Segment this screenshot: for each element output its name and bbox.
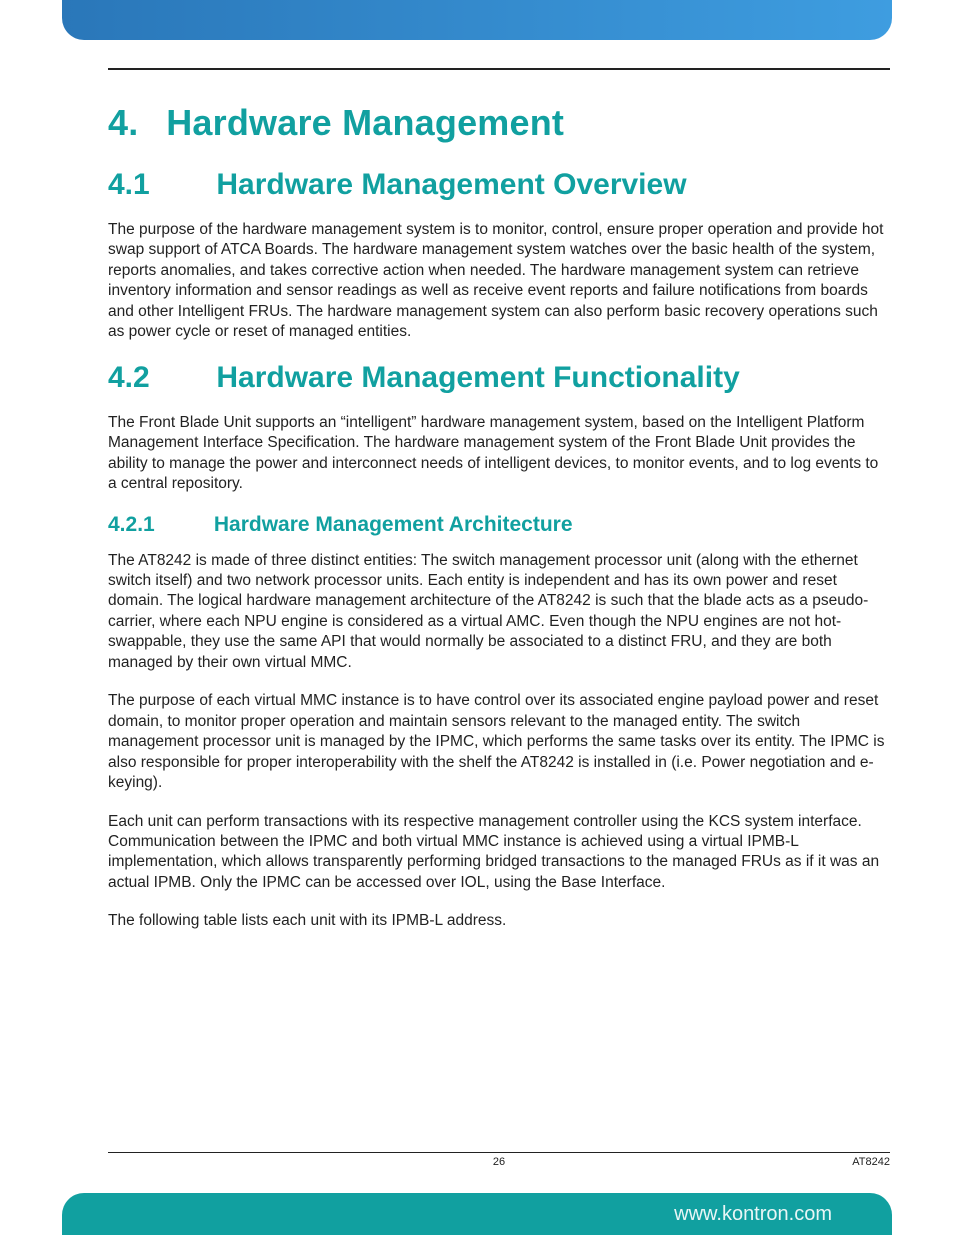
paragraph: Each unit can perform transactions with … <box>108 812 890 894</box>
subsection-title: Hardware Management Architecture <box>214 513 573 536</box>
footer-rule <box>108 1152 890 1153</box>
section-title: Hardware Management Overview <box>216 168 686 201</box>
chapter-number: 4. <box>108 102 156 144</box>
section-number: 4.1 <box>108 168 208 202</box>
paragraph: The following table lists each unit with… <box>108 911 890 931</box>
top-banner <box>62 0 892 40</box>
website-link[interactable]: www.kontron.com <box>674 1203 832 1226</box>
section-number: 4.2 <box>108 361 208 395</box>
bottom-banner: www.kontron.com <box>62 1193 892 1235</box>
content-area: 4. Hardware Management 4.1 Hardware Mana… <box>108 68 890 950</box>
chapter-heading: 4. Hardware Management <box>108 102 890 144</box>
paragraph: The Front Blade Unit supports an “intell… <box>108 413 890 495</box>
section-4-1-heading: 4.1 Hardware Management Overview <box>108 168 890 202</box>
subsection-number: 4.2.1 <box>108 513 208 537</box>
section-4-2-heading: 4.2 Hardware Management Functionality <box>108 361 890 395</box>
top-rule <box>108 68 890 70</box>
page-number: 26 <box>108 1156 890 1168</box>
chapter-title: Hardware Management <box>166 102 564 143</box>
footer: 26 AT8242 <box>108 1152 890 1168</box>
paragraph: The purpose of the hardware management s… <box>108 220 890 343</box>
subsection-4-2-1-heading: 4.2.1 Hardware Management Architecture <box>108 513 890 537</box>
section-title: Hardware Management Functionality <box>216 361 739 394</box>
paragraph: The purpose of each virtual MMC instance… <box>108 691 890 793</box>
paragraph: The AT8242 is made of three distinct ent… <box>108 551 890 674</box>
